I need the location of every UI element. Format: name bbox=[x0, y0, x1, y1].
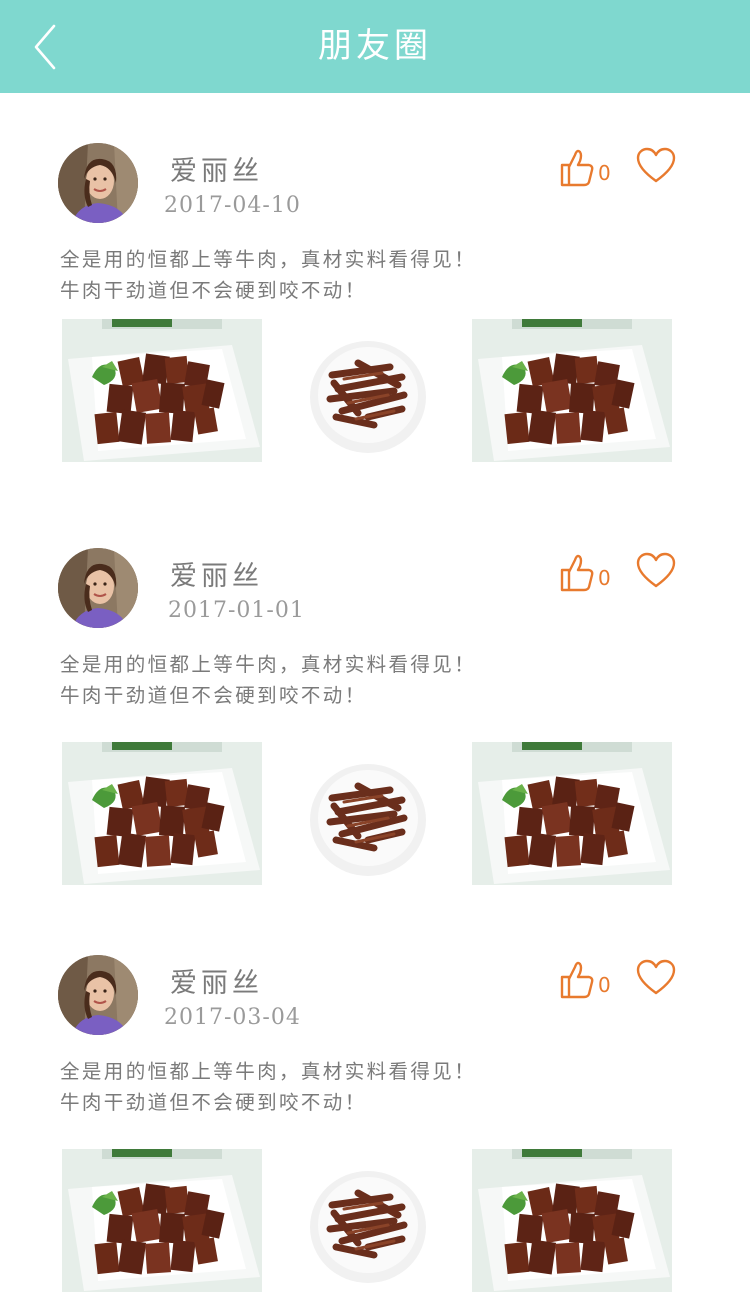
beef-jerky-plate-image bbox=[472, 319, 672, 462]
like-button[interactable]: 0 bbox=[558, 552, 616, 592]
beef-jerky-plate-image bbox=[472, 1149, 672, 1292]
thumbs-up-icon bbox=[560, 554, 594, 592]
beef-jerky-plate-image bbox=[62, 1149, 262, 1292]
post-text: 全是用的恒都上等牛肉，真材实料看得见！ 牛肉干劲道但不会硬到咬不动！ bbox=[60, 1056, 476, 1118]
post-photo[interactable] bbox=[62, 319, 262, 462]
post-photo[interactable] bbox=[298, 1149, 438, 1292]
avatar[interactable] bbox=[58, 548, 138, 628]
beef-strips-bowl-image bbox=[298, 1149, 438, 1292]
top-navigation-bar: 朋友圈 bbox=[0, 0, 750, 93]
post-photo[interactable] bbox=[62, 742, 262, 885]
post-date: 2017-03-04 bbox=[164, 1005, 301, 1030]
like-count: 0 bbox=[598, 566, 611, 590]
post-photo[interactable] bbox=[472, 742, 672, 885]
post-author[interactable]: 爱丽丝 bbox=[170, 961, 263, 1000]
avatar[interactable] bbox=[58, 143, 138, 223]
heart-icon bbox=[636, 147, 676, 183]
beef-jerky-plate-image bbox=[472, 742, 672, 885]
post-photo[interactable] bbox=[472, 319, 672, 462]
post-photo[interactable] bbox=[472, 1149, 672, 1292]
post-author[interactable]: 爱丽丝 bbox=[170, 554, 263, 593]
favorite-button[interactable] bbox=[636, 147, 676, 185]
avatar[interactable] bbox=[58, 955, 138, 1035]
favorite-button[interactable] bbox=[636, 552, 676, 590]
heart-icon bbox=[636, 552, 676, 588]
post-text-line: 牛肉干劲道但不会硬到咬不动！ bbox=[60, 1091, 367, 1114]
like-button[interactable]: 0 bbox=[558, 959, 616, 999]
thumbs-up-icon bbox=[560, 961, 594, 999]
post-date: 2017-01-01 bbox=[168, 598, 305, 623]
beef-strips-bowl-image bbox=[298, 742, 438, 885]
page-title: 朋友圈 bbox=[318, 26, 432, 66]
post-text-line: 全是用的恒都上等牛肉，真材实料看得见！ bbox=[60, 248, 477, 271]
like-count: 0 bbox=[598, 973, 611, 997]
post-text-line: 牛肉干劲道但不会硬到咬不动！ bbox=[60, 279, 367, 302]
beef-strips-bowl-image bbox=[298, 319, 438, 462]
beef-jerky-plate-image bbox=[62, 319, 262, 462]
post-text-line: 牛肉干劲道但不会硬到咬不动！ bbox=[60, 684, 367, 707]
like-count: 0 bbox=[598, 161, 611, 185]
post-text: 全是用的恒都上等牛肉，真材实料看得见！ 牛肉干劲道但不会硬到咬不动！ bbox=[60, 244, 476, 306]
like-button[interactable]: 0 bbox=[558, 147, 616, 187]
post-text-line: 全是用的恒都上等牛肉，真材实料看得见！ bbox=[60, 1060, 477, 1083]
post-photo[interactable] bbox=[298, 319, 438, 462]
beef-jerky-plate-image bbox=[62, 742, 262, 885]
post-author[interactable]: 爱丽丝 bbox=[170, 149, 263, 188]
favorite-button[interactable] bbox=[636, 959, 676, 997]
post-photo[interactable] bbox=[62, 1149, 262, 1292]
heart-icon bbox=[636, 959, 676, 995]
post-photo[interactable] bbox=[298, 742, 438, 885]
post-date: 2017-04-10 bbox=[164, 193, 301, 218]
post-text: 全是用的恒都上等牛肉，真材实料看得见！ 牛肉干劲道但不会硬到咬不动！ bbox=[60, 649, 476, 711]
thumbs-up-icon bbox=[560, 149, 594, 187]
post-text-line: 全是用的恒都上等牛肉，真材实料看得见！ bbox=[60, 653, 477, 676]
